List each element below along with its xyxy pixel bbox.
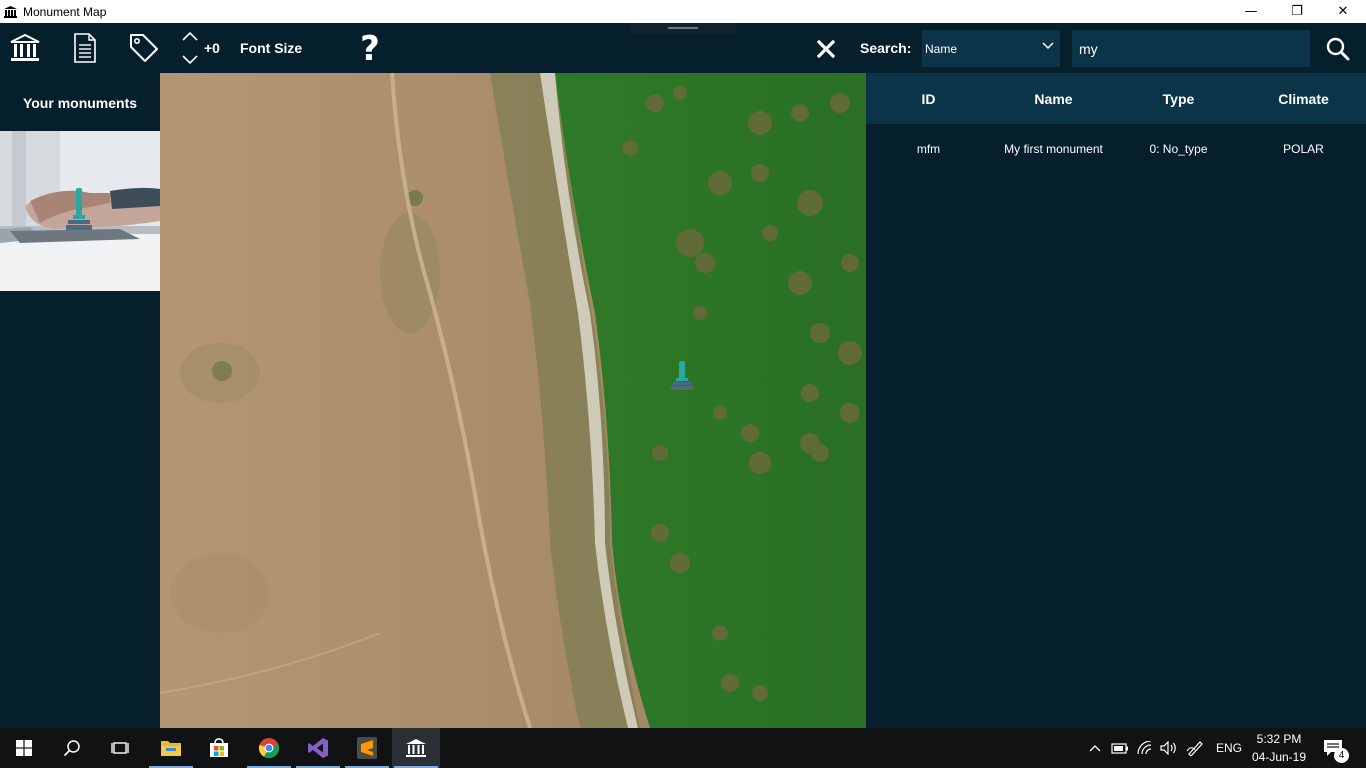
wifi-icon [1137, 741, 1152, 755]
volume-icon [1160, 741, 1176, 755]
monument-thumbnail[interactable] [0, 131, 160, 291]
document-icon [74, 33, 96, 63]
font-size-decrease-button[interactable] [180, 51, 200, 69]
cell-type: 0: No_type [1149, 141, 1208, 156]
taskbar-search-button[interactable] [48, 728, 96, 768]
sidebar-heading: Your monuments [22, 95, 138, 111]
store-icon [210, 738, 228, 757]
tags-button[interactable] [126, 31, 162, 65]
close-icon [817, 40, 835, 58]
column-header-name[interactable]: Name [991, 91, 1116, 107]
start-button[interactable] [0, 728, 48, 768]
battery-icon [1111, 743, 1128, 754]
documents-button[interactable] [70, 31, 100, 65]
action-center-button[interactable]: 4 [1318, 728, 1349, 768]
taskbar-file-explorer[interactable] [147, 728, 195, 768]
chevron-down-icon [182, 55, 198, 65]
task-view-button[interactable] [96, 728, 144, 768]
taskbar-store[interactable] [195, 728, 243, 768]
clear-search-button[interactable] [812, 35, 840, 63]
clock-time: 5:32 PM [1256, 732, 1302, 746]
search-icon [1326, 37, 1350, 61]
column-header-type[interactable]: Type [1116, 91, 1241, 107]
search-field-select[interactable]: Name [922, 30, 1060, 67]
close-window-button[interactable]: ✕ [1320, 0, 1366, 23]
taskbar-chrome[interactable] [245, 728, 293, 768]
satellite-map [160, 73, 866, 728]
cell-id: mfm [916, 141, 941, 156]
search-button[interactable] [1322, 33, 1354, 65]
column-header-id[interactable]: ID [866, 91, 991, 107]
font-size-label: Font Size [240, 40, 303, 56]
sidebar: Your monuments [0, 73, 160, 728]
taskbar-visual-studio[interactable] [294, 728, 342, 768]
show-hidden-icons-button[interactable] [1086, 728, 1104, 768]
search-input[interactable] [1072, 30, 1310, 67]
help-icon: ? [360, 29, 380, 69]
search-field-value: Name [925, 41, 958, 56]
map-view[interactable] [160, 73, 866, 728]
drag-handle[interactable] [630, 23, 736, 33]
restore-button[interactable]: ❐ [1274, 0, 1320, 23]
search-icon [63, 740, 80, 757]
column-header-climate[interactable]: Climate [1241, 91, 1366, 107]
notification-count-badge: 4 [1334, 748, 1349, 763]
title-bar: Monument Map — ❐ ✕ [0, 0, 1366, 23]
chevron-down-icon [1042, 42, 1054, 50]
font-size-increase-button[interactable] [180, 27, 200, 45]
search-label: Search: [860, 40, 912, 56]
tag-icon [130, 34, 158, 62]
network-indicator[interactable] [1134, 728, 1156, 768]
file-explorer-icon [161, 741, 181, 756]
cell-name: My first monument [1004, 141, 1103, 156]
toolbar: +0 Font Size ? Search: Name [0, 23, 1366, 73]
monuments-button[interactable] [8, 31, 42, 65]
window-title: Monument Map [23, 4, 107, 19]
monument-icon [10, 33, 40, 61]
cell-climate: POLAR [1283, 141, 1324, 156]
chrome-icon [258, 738, 280, 759]
volume-indicator[interactable] [1158, 728, 1180, 768]
app-monument-icon [4, 5, 18, 19]
table-row[interactable]: mfm My first monument 0: No_type POLAR [866, 136, 1366, 161]
taskbar: ENG 5:32 PM 04-Jun-19 4 [0, 728, 1366, 768]
taskbar-sublime-text[interactable] [343, 728, 391, 768]
task-view-icon [111, 742, 129, 754]
monument-map-icon [406, 739, 426, 757]
chevron-up-icon [182, 31, 198, 41]
minimize-button[interactable]: — [1228, 0, 1274, 23]
pen-workspace-indicator[interactable] [1184, 728, 1206, 768]
battery-indicator[interactable] [1110, 728, 1130, 768]
font-size-value: +0 [204, 40, 220, 56]
clock-date: 04-Jun-19 [1251, 750, 1307, 764]
help-button[interactable]: ? [354, 29, 386, 69]
input-language[interactable]: ENG [1212, 728, 1246, 768]
taskbar-monument-map[interactable] [392, 728, 440, 768]
sublime-text-icon [357, 737, 377, 759]
pen-icon [1186, 741, 1203, 756]
results-table: ID Name Type Climate mfm My first monume… [866, 73, 1366, 728]
chevron-up-icon [1089, 745, 1101, 752]
taskbar-clock[interactable]: 5:32 PM 04-Jun-19 [1248, 730, 1310, 766]
results-header: ID Name Type Climate [866, 73, 1366, 124]
visual-studio-icon [308, 738, 328, 758]
start-icon [16, 740, 32, 756]
monument-thumbnail-image [0, 131, 160, 291]
